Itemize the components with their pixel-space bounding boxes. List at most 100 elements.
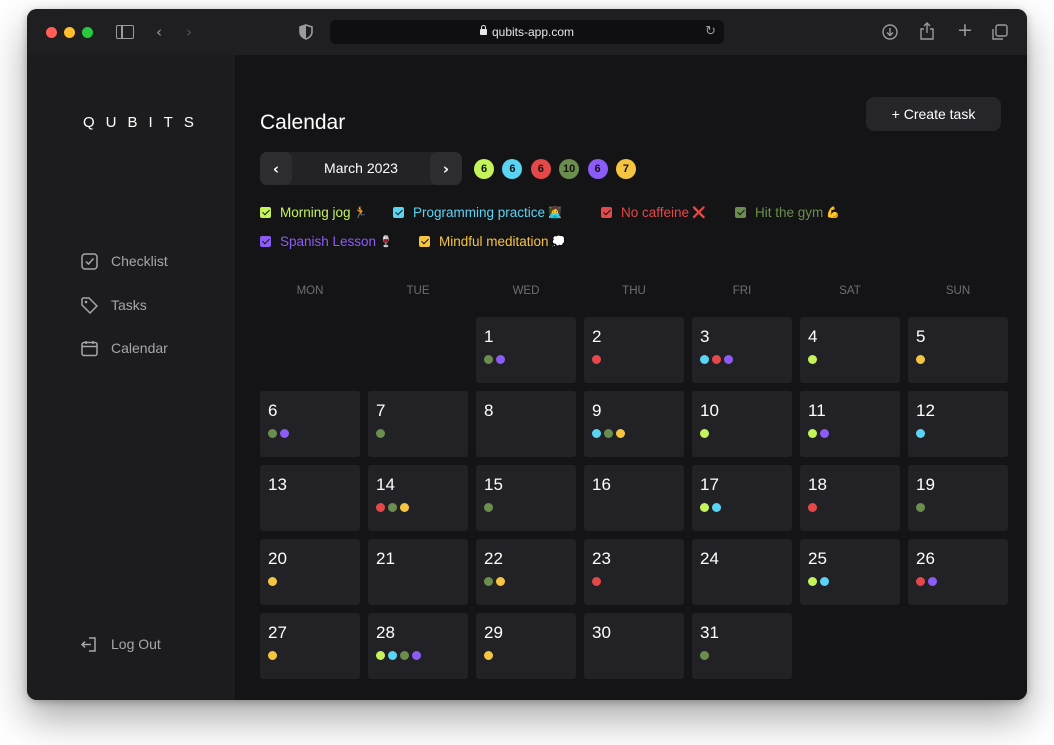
- tabs-overview-icon[interactable]: [992, 24, 1008, 44]
- habit-emoji: 🍷: [379, 236, 393, 248]
- habit-dot: [268, 651, 277, 660]
- calendar-day-cell[interactable]: 13: [260, 465, 360, 531]
- calendar-day-cell[interactable]: 30: [584, 613, 684, 679]
- calendar-day-cell[interactable]: 18: [800, 465, 900, 531]
- calendar-day-cell[interactable]: 11: [800, 391, 900, 457]
- checkbox-icon: [81, 252, 98, 270]
- calendar-day-cell[interactable]: 4: [800, 317, 900, 383]
- habit-dot: [928, 577, 937, 586]
- create-task-button[interactable]: + Create task: [866, 97, 1001, 131]
- habit-count-badge: 6: [587, 159, 608, 179]
- habit-dot: [808, 503, 817, 512]
- calendar-day-cell[interactable]: 26: [908, 539, 1008, 605]
- calendar-day-cell[interactable]: 7: [368, 391, 468, 457]
- habit-dots: [700, 355, 736, 364]
- calendar-day-cell[interactable]: 9: [584, 391, 684, 457]
- habit-checkbox[interactable]: [419, 236, 430, 247]
- logout-button[interactable]: Log Out: [81, 634, 161, 654]
- habit-legend-item[interactable]: No caffeine ❌: [601, 205, 706, 220]
- habit-checkbox[interactable]: [260, 207, 271, 218]
- habit-dot: [376, 503, 385, 512]
- habit-legend-item[interactable]: Hit the gym 💪: [735, 205, 840, 220]
- previous-month-button[interactable]: ‹: [260, 152, 292, 185]
- lock-icon: [479, 25, 487, 35]
- habit-dot: [808, 355, 817, 364]
- calendar-day-cell[interactable]: 16: [584, 465, 684, 531]
- calendar-day-cell[interactable]: 29: [476, 613, 576, 679]
- habit-emoji: ❌: [692, 207, 706, 219]
- address-bar[interactable]: qubits-app.com ↻: [330, 20, 724, 44]
- habit-dot: [916, 355, 925, 364]
- sidebar-item-calendar[interactable]: Calendar: [81, 338, 168, 358]
- calendar-day-cell[interactable]: 22: [476, 539, 576, 605]
- habit-dots: [484, 577, 508, 586]
- download-icon[interactable]: [882, 24, 898, 44]
- habit-emoji: 🏃: [353, 207, 368, 219]
- back-icon[interactable]: ‹: [156, 23, 162, 41]
- habit-checkbox[interactable]: [601, 207, 612, 218]
- calendar-day-cell[interactable]: 17: [692, 465, 792, 531]
- habit-label: Spanish Lesson: [280, 234, 377, 249]
- calendar-day-cell[interactable]: 24: [692, 539, 792, 605]
- tag-icon: [81, 296, 98, 314]
- calendar-day-cell[interactable]: 31: [692, 613, 792, 679]
- calendar-day-cell[interactable]: 14: [368, 465, 468, 531]
- forward-icon[interactable]: ›: [186, 23, 192, 41]
- calendar-day-cell[interactable]: 8: [476, 391, 576, 457]
- calendar-day-cell[interactable]: 20: [260, 539, 360, 605]
- calendar-day-cell[interactable]: 15: [476, 465, 576, 531]
- habit-legend-item[interactable]: Morning jog 🏃: [260, 205, 367, 220]
- day-number: 22: [484, 549, 503, 568]
- habit-dot: [712, 503, 721, 512]
- habit-dot: [604, 429, 613, 438]
- habit-dots: [484, 355, 508, 364]
- habit-dot: [376, 429, 385, 438]
- calendar-day-cell[interactable]: 1: [476, 317, 576, 383]
- habit-dots: [916, 429, 928, 438]
- reload-icon[interactable]: ↻: [705, 24, 716, 39]
- new-tab-icon[interactable]: +: [957, 21, 973, 40]
- calendar-day-cell[interactable]: 5: [908, 317, 1008, 383]
- month-label: March 2023: [324, 160, 398, 176]
- share-icon[interactable]: [920, 22, 934, 44]
- calendar-day-cell[interactable]: 6: [260, 391, 360, 457]
- habit-emoji: 💭: [551, 236, 566, 248]
- sidebar-item-tasks[interactable]: Tasks: [81, 295, 147, 315]
- page-title: Calendar: [260, 111, 346, 134]
- calendar-day-cell[interactable]: 3: [692, 317, 792, 383]
- habit-dots: [700, 429, 712, 438]
- calendar-day-cell[interactable]: 25: [800, 539, 900, 605]
- main-content: Calendar + Create task ‹ March 2023 › 6 6…: [235, 55, 1027, 700]
- close-window-button[interactable]: [46, 27, 57, 38]
- calendar-day-cell[interactable]: 10: [692, 391, 792, 457]
- habit-checkbox[interactable]: [393, 207, 404, 218]
- habit-checkbox[interactable]: [735, 207, 746, 218]
- calendar-day-cell[interactable]: 19: [908, 465, 1008, 531]
- zoom-window-button[interactable]: [82, 27, 93, 38]
- habit-legend-item[interactable]: Spanish Lesson 🍷: [260, 234, 393, 249]
- calendar-day-cell[interactable]: 28: [368, 613, 468, 679]
- calendar-day-cell[interactable]: 12: [908, 391, 1008, 457]
- calendar-day-cell[interactable]: 23: [584, 539, 684, 605]
- day-number: 24: [700, 549, 719, 568]
- day-number: 19: [916, 475, 935, 494]
- habit-dot: [820, 429, 829, 438]
- habit-label: Programming practice: [413, 205, 546, 220]
- shield-icon[interactable]: [299, 24, 313, 44]
- weekday-label: THU: [622, 285, 646, 297]
- habit-legend-item[interactable]: Mindful meditation 💭: [419, 234, 565, 249]
- calendar-day-cell[interactable]: 21: [368, 539, 468, 605]
- next-month-button[interactable]: ›: [430, 152, 462, 185]
- day-number: 16: [592, 475, 611, 494]
- calendar-day-cell[interactable]: 27: [260, 613, 360, 679]
- habit-checkbox[interactable]: [260, 236, 271, 247]
- sidebar-toggle-icon[interactable]: [116, 25, 134, 39]
- habit-dots: [700, 503, 724, 512]
- calendar-day-cell[interactable]: 2: [584, 317, 684, 383]
- sidebar-item-checklist[interactable]: Checklist: [81, 251, 168, 271]
- habit-legend-item[interactable]: Programming practice 👩‍💻: [393, 205, 562, 220]
- day-number: 17: [700, 475, 719, 494]
- day-number: 27: [268, 623, 287, 642]
- habit-dots: [808, 429, 832, 438]
- minimize-window-button[interactable]: [64, 27, 75, 38]
